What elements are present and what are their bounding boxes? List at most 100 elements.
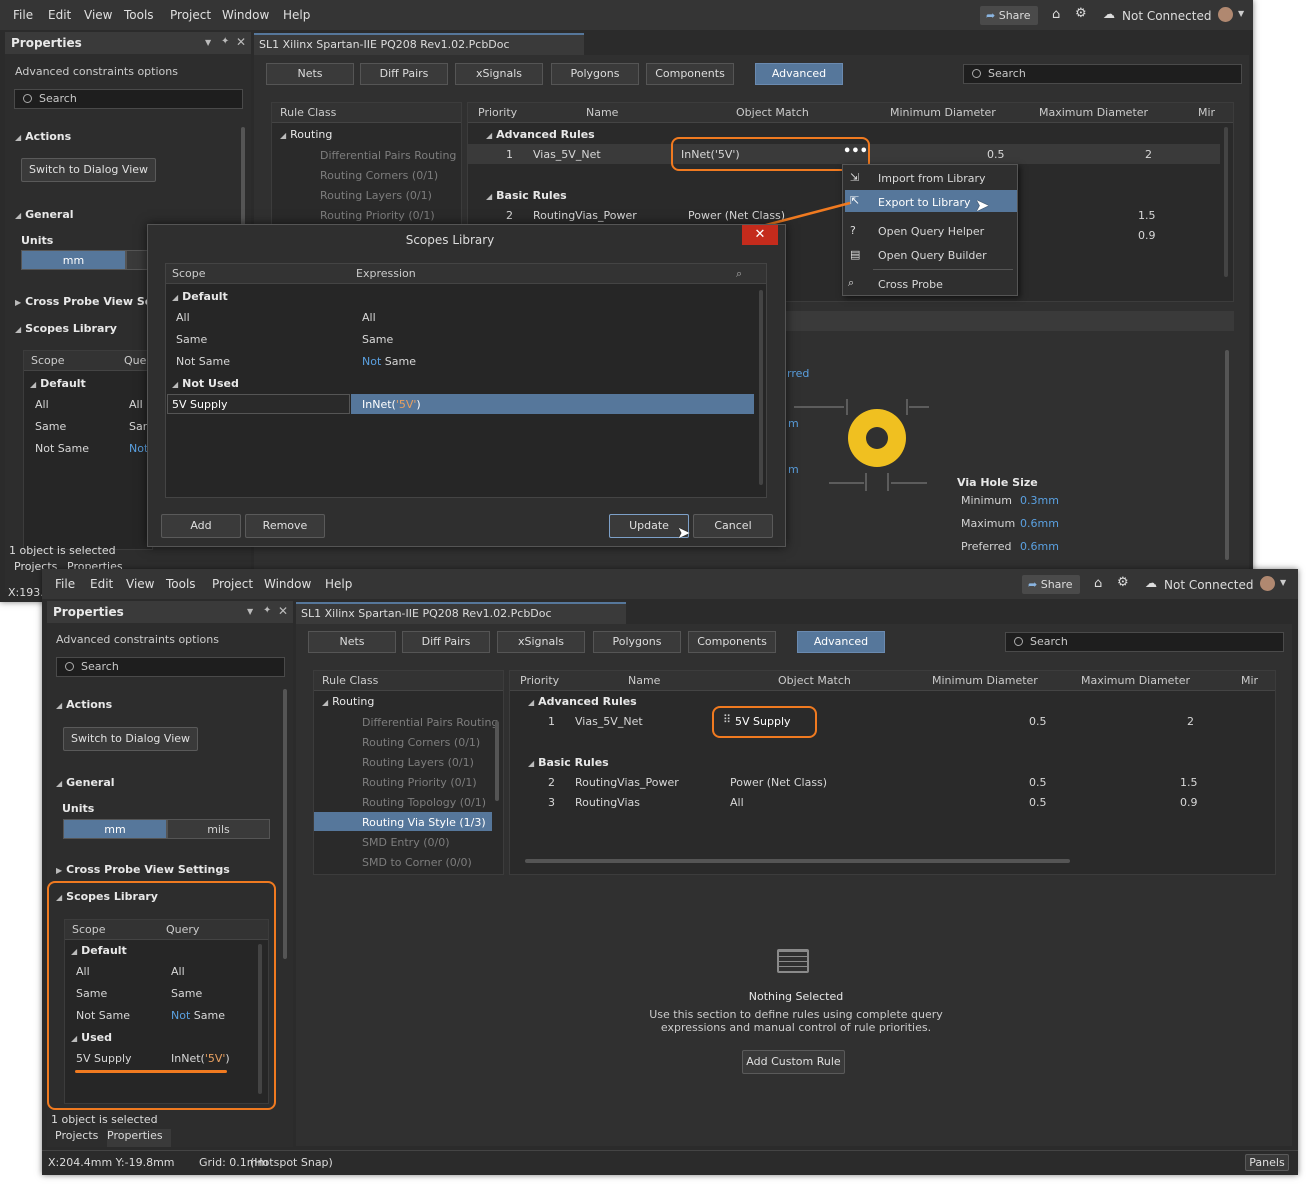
menu-view[interactable]: View xyxy=(126,577,154,591)
unit-mm-toggle[interactable]: mm xyxy=(63,819,167,839)
scope-row-not-same[interactable]: Not Same xyxy=(35,442,89,455)
general-section[interactable]: ◢ General xyxy=(56,776,115,789)
menu-project[interactable]: Project xyxy=(170,8,211,22)
tree-diff-pairs-routing[interactable]: Differential Pairs Routing xyxy=(362,716,498,729)
add-custom-rule-button[interactable]: Add Custom Rule xyxy=(742,1050,845,1074)
pin-icon[interactable]: ✦ xyxy=(263,605,271,616)
chevron-down-icon[interactable]: ▼ xyxy=(1238,9,1244,18)
tab-components[interactable]: Components xyxy=(646,63,734,85)
dialog-group-not-used[interactable]: ◢ Not Used xyxy=(172,377,239,390)
tab-polygons[interactable]: Polygons xyxy=(551,63,639,85)
menu-help[interactable]: Help xyxy=(325,577,352,591)
via-max-val[interactable]: 0.6mm xyxy=(1020,517,1059,530)
doc-tab[interactable]: SL1 Xilinx Spartan-IIE PQ208 Rev1.02.Pcb… xyxy=(296,602,626,640)
menu-view[interactable]: View xyxy=(84,8,112,22)
tree-smd-entry[interactable]: SMD Entry (0/0) xyxy=(362,836,450,849)
switch-to-dialog-view-button[interactable]: Switch to Dialog View xyxy=(21,158,156,182)
close-icon[interactable]: ✕ xyxy=(236,35,246,49)
menu-file[interactable]: File xyxy=(55,577,75,591)
share-button[interactable]: ➦ Share xyxy=(1022,575,1080,594)
tree-routing-corners[interactable]: Routing Corners (0/1) xyxy=(362,736,480,749)
tree-diff-pairs-routing[interactable]: Differential Pairs Routing xyxy=(320,149,456,162)
connection-status[interactable]: Not Connected xyxy=(1122,9,1211,23)
tree-routing-via-style[interactable]: Routing Via Style (1/3) xyxy=(362,816,486,829)
search-icon[interactable]: ⌕ xyxy=(736,264,742,284)
scope-row-same[interactable]: Same xyxy=(35,420,66,433)
tab-advanced[interactable]: Advanced xyxy=(797,631,885,653)
tree-routing[interactable]: ◢ Routing xyxy=(280,128,332,141)
tab-projects[interactable]: Projects xyxy=(55,1129,98,1142)
tab-advanced[interactable]: Advanced xyxy=(755,63,843,85)
dialog-row-all-scope[interactable]: All xyxy=(176,311,190,324)
tab-diff-pairs[interactable]: Diff Pairs xyxy=(402,631,490,653)
panel-scrollbar[interactable] xyxy=(283,689,287,959)
panel-search-input[interactable]: Search xyxy=(14,89,243,109)
tree-routing-priority[interactable]: Routing Priority (0/1) xyxy=(362,776,477,789)
cross-probe-section[interactable]: ▶ Cross Probe View Settings xyxy=(56,863,230,876)
actions-section[interactable]: ◢ Actions xyxy=(56,698,112,711)
tab-nets[interactable]: Nets xyxy=(308,631,396,653)
tree-scrollbar[interactable] xyxy=(495,721,499,801)
panels-button[interactable]: Panels xyxy=(1245,1154,1289,1171)
group-advanced-rules[interactable]: ◢ Advanced Rules xyxy=(528,695,637,708)
panel-menu-icon[interactable]: ▼ xyxy=(205,38,211,47)
tab-xsignals[interactable]: xSignals xyxy=(497,631,585,653)
dialog-close-button[interactable]: ✕ xyxy=(742,225,778,245)
panel-menu-icon[interactable]: ▼ xyxy=(247,607,253,616)
tree-smd-to-corner[interactable]: SMD to Corner (0/0) xyxy=(362,856,472,869)
close-icon[interactable]: ✕ xyxy=(278,604,288,618)
tab-diff-pairs[interactable]: Diff Pairs xyxy=(360,63,448,85)
tab-polygons[interactable]: Polygons xyxy=(593,631,681,653)
grid-scrollbar[interactable] xyxy=(1224,127,1228,277)
doc-search-input[interactable]: Search xyxy=(963,64,1242,84)
pin-icon[interactable]: ✦ xyxy=(221,36,229,47)
tab-properties[interactable]: Properties xyxy=(107,1129,171,1147)
preview-scrollbar[interactable] xyxy=(1225,350,1229,560)
doc-tab[interactable]: SL1 Xilinx Spartan-IIE PQ208 Rev1.02.Pcb… xyxy=(254,33,584,71)
menu-help[interactable]: Help xyxy=(283,8,310,22)
tree-routing-corners[interactable]: Routing Corners (0/1) xyxy=(320,169,438,182)
menu-project[interactable]: Project xyxy=(212,577,253,591)
menu-open-query-builder[interactable]: Open Query Builder xyxy=(878,249,987,262)
tree-routing-layers[interactable]: Routing Layers (0/1) xyxy=(362,756,474,769)
gear-icon[interactable]: ⚙ xyxy=(1117,575,1129,590)
panel-search-input[interactable]: Search xyxy=(56,657,285,677)
menu-cross-probe[interactable]: Cross Probe xyxy=(878,278,943,291)
menu-export-to-library[interactable]: Export to Library xyxy=(878,196,971,209)
unit-mm-toggle[interactable]: mm xyxy=(21,250,126,270)
chevron-down-icon[interactable]: ▼ xyxy=(1280,578,1286,587)
dialog-row-notsame-scope[interactable]: Not Same xyxy=(176,355,230,368)
scope-row-all[interactable]: All xyxy=(35,398,49,411)
tree-routing[interactable]: ◢ Routing xyxy=(322,695,374,708)
dialog-scrollbar[interactable] xyxy=(759,290,763,485)
group-default[interactable]: ◢ Default xyxy=(30,377,86,390)
via-min-val[interactable]: 0.3mm xyxy=(1020,494,1059,507)
tree-routing-layers[interactable]: Routing Layers (0/1) xyxy=(320,189,432,202)
menu-open-query-helper[interactable]: Open Query Helper xyxy=(878,225,984,238)
switch-to-dialog-view-button[interactable]: Switch to Dialog View xyxy=(63,727,198,751)
doc-search-input[interactable]: Search xyxy=(1005,632,1284,652)
avatar[interactable] xyxy=(1260,576,1275,591)
group-basic-rules[interactable]: ◢ Basic Rules xyxy=(528,756,609,769)
group-basic-rules[interactable]: ◢ Basic Rules xyxy=(486,189,567,202)
tree-routing-topology[interactable]: Routing Topology (0/1) xyxy=(362,796,486,809)
dialog-add-button[interactable]: Add xyxy=(161,514,241,538)
menu-file[interactable]: File xyxy=(13,8,33,22)
tree-routing-priority[interactable]: Routing Priority (0/1) xyxy=(320,209,435,222)
scopes-library-section[interactable]: ◢ Scopes Library xyxy=(15,322,117,335)
connection-status[interactable]: Not Connected xyxy=(1164,578,1253,592)
dialog-group-default[interactable]: ◢ Default xyxy=(172,290,228,303)
actions-section[interactable]: ◢ Actions xyxy=(15,130,71,143)
dialog-new-row-expr[interactable]: InNet('5V') xyxy=(362,398,421,411)
menu-tools[interactable]: Tools xyxy=(124,8,154,22)
via-pref-val[interactable]: 0.6mm xyxy=(1020,540,1059,553)
menu-edit[interactable]: Edit xyxy=(48,8,71,22)
menu-import-from-library[interactable]: Import from Library xyxy=(878,172,986,185)
menu-window[interactable]: Window xyxy=(222,8,269,22)
menu-edit[interactable]: Edit xyxy=(90,577,113,591)
dialog-row-same-scope[interactable]: Same xyxy=(176,333,207,346)
dialog-cancel-button[interactable]: Cancel xyxy=(693,514,773,538)
share-button[interactable]: ➦ Share xyxy=(980,6,1038,25)
grid-hscrollbar[interactable] xyxy=(525,859,1070,863)
dialog-remove-button[interactable]: Remove xyxy=(245,514,325,538)
